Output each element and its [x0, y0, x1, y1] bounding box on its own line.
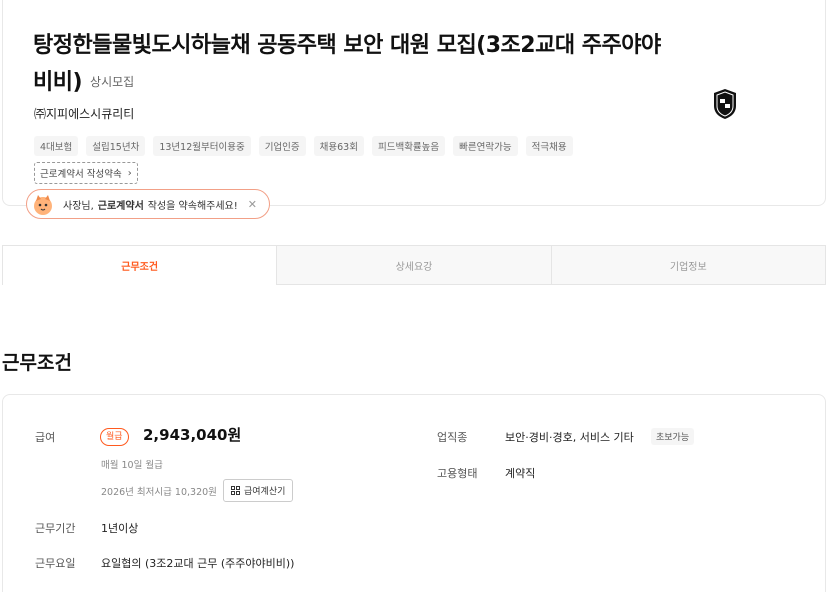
- company-tags: 4대보험 설립15년차 13년12월부터이용중 기업인증 채용63회 피드백확률…: [34, 136, 573, 156]
- bubble-prefix: 사장님,: [63, 200, 94, 212]
- tab-detail-info[interactable]: 상세요강: [277, 245, 552, 285]
- days-value: 요일협의 (3조2교대 근무 (주주야야비비)): [101, 557, 295, 570]
- beginner-ok-tag: 초보가능: [651, 428, 695, 445]
- pay-day: 매월 10일 월급: [101, 460, 163, 471]
- section-title: 근무조건: [2, 352, 72, 374]
- close-icon[interactable]: ✕: [248, 198, 257, 211]
- mascot-icon: [34, 195, 52, 215]
- pay-amount: 2,943,040원: [143, 426, 242, 444]
- job-title: 탕정한들물빛도시하늘채 공동주택 보안 대원 모집(3조2교대 주주야야비비) 상…: [33, 28, 673, 101]
- contract-reminder-bubble: 사장님, 근로계약서 작성을 약속해주세요! ✕: [26, 189, 270, 219]
- industry-value: 보안·경비·경호, 서비스 기타: [505, 431, 634, 444]
- tab-company-info[interactable]: 기업정보: [551, 245, 826, 285]
- industry-label: 업직종: [437, 431, 468, 444]
- pay-calculator-button[interactable]: 급여계산기: [223, 479, 294, 502]
- pay-label: 급여: [35, 431, 56, 444]
- tag-item: 기업인증: [258, 136, 306, 156]
- contract-promise-tag[interactable]: 근로계약서 작성약속 ›: [34, 162, 138, 184]
- tag-item: 피드백확률높음: [371, 136, 446, 156]
- tag-item: 13년12월부터이용중: [153, 136, 251, 156]
- tag-item: 4대보험: [34, 136, 79, 156]
- tag-item: 빠른연락가능: [453, 136, 518, 156]
- period-label: 근무기간: [35, 522, 76, 535]
- pay-type-badge: 월급: [100, 428, 129, 446]
- company-logo-icon: [714, 89, 736, 119]
- days-label: 근무요일: [35, 557, 76, 570]
- bubble-suffix: 작성을 약속해주세요!: [147, 200, 238, 212]
- company-name[interactable]: ㈜지피에스시큐리티: [34, 105, 134, 122]
- detail-tabs: 근무조건 상세요강 기업정보: [2, 245, 826, 285]
- period-value: 1년이상: [101, 522, 139, 535]
- min-wage-info: 2026년 최저시급 10,320원: [101, 487, 217, 498]
- contract-promise-label: 근로계약서 작성약속: [40, 169, 122, 180]
- tag-item: 설립15년차: [86, 136, 146, 156]
- chevron-right-icon: ›: [127, 167, 132, 179]
- bubble-bold-text: 근로계약서: [97, 200, 144, 212]
- tab-work-conditions[interactable]: 근무조건: [2, 245, 278, 285]
- tag-item: 적극채용: [525, 136, 573, 156]
- calculator-icon: [231, 486, 240, 495]
- tag-item: 채용63회: [313, 136, 364, 156]
- employment-value: 계약직: [505, 467, 536, 480]
- pay-calculator-label: 급여계산기: [244, 487, 286, 497]
- recruit-status: 상시모집: [90, 75, 135, 89]
- employment-label: 고용형태: [437, 467, 478, 480]
